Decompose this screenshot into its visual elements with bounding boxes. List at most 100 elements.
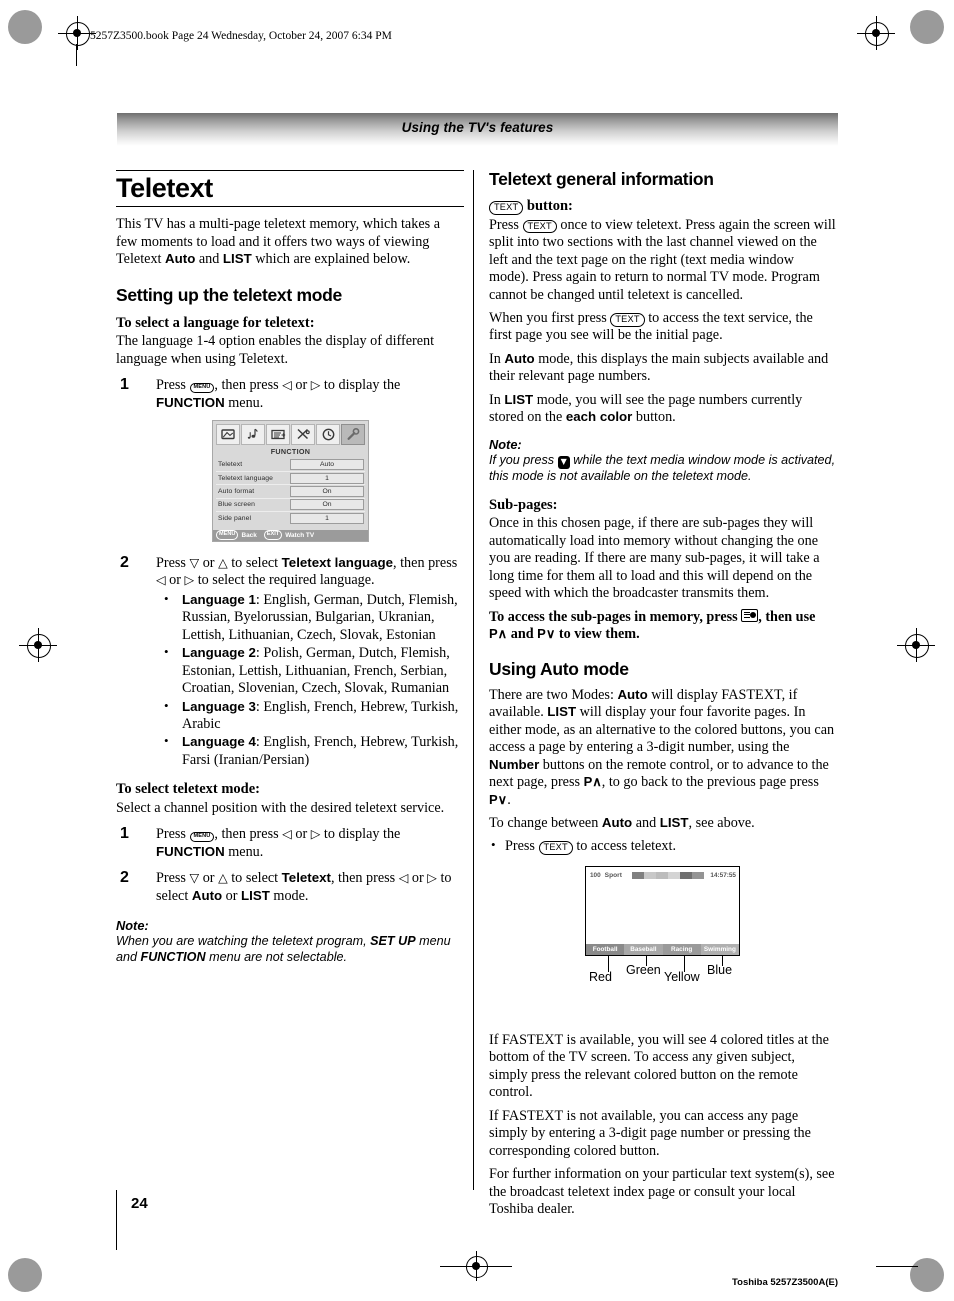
- osd-row-value[interactable]: On: [290, 486, 364, 498]
- p4-post: button.: [632, 409, 676, 426]
- fastext-title-red[interactable]: Football: [586, 943, 625, 955]
- corner-registration-block-tl: [8, 10, 42, 44]
- step4-mid2: to select: [227, 870, 282, 887]
- auto-mode-paragraph-1: There are two Modes: Auto will display F…: [489, 687, 837, 809]
- subheading-select-language: To select a language for teletext:: [116, 315, 315, 331]
- sub-pages-body: Once in this chosen page, if there are s…: [489, 515, 820, 602]
- color-label-yellow: Yellow: [664, 969, 700, 984]
- osd-row[interactable]: Teletext language 1: [216, 470, 365, 484]
- fastext-title-yellow[interactable]: Racing: [662, 943, 701, 955]
- file-info-line: 5257Z3500.book Page 24 Wednesday, Octobe…: [90, 30, 392, 42]
- osd-row[interactable]: Side panel 1: [216, 511, 365, 524]
- list-item: Language 2: Polish, German, Dutch, Flemi…: [156, 644, 464, 697]
- color-label-blue: Blue: [707, 962, 733, 977]
- subheading-sub-pages: Sub-pages:: [489, 496, 558, 513]
- page-header-band: Using the TV's features: [117, 113, 838, 146]
- step-1-text: Press MENU, then press or to display the…: [156, 377, 464, 412]
- intro-paragraph: This TV has a multi-page teletext memory…: [116, 216, 464, 268]
- step2-mid3: , then press: [393, 554, 458, 571]
- registration-dot-top-right: [872, 29, 880, 37]
- general-info-paragraph-2: When you first press TEXT to access the …: [489, 310, 837, 345]
- right-arrow-icon: [311, 377, 321, 392]
- setup-icon[interactable]: [266, 423, 290, 445]
- step4-bold-list: LIST: [241, 888, 270, 904]
- page-number: 24: [131, 1195, 148, 1212]
- color-label-green: Green: [626, 962, 661, 977]
- list-item: Language 1: English, German, Dutch, Flem…: [156, 591, 464, 644]
- step3-bold-function: FUNCTION: [156, 843, 225, 859]
- step-1-language: 1 Press MENU, then press or to display t…: [116, 376, 464, 412]
- step1-pre: Press: [156, 377, 190, 394]
- color-label-red: Red: [589, 969, 612, 984]
- step-number: 1: [120, 376, 129, 394]
- step1-mid2: or: [291, 377, 311, 394]
- osd-action-watch-tv: Watch TV: [285, 531, 315, 539]
- crop-line-top-left-vert: [76, 44, 77, 66]
- corner-registration-block-tr: [910, 10, 944, 44]
- intro-text-2: which are explained below.: [251, 251, 411, 268]
- step3-pre: Press: [156, 826, 190, 843]
- footer-document-code: Toshiba 5257Z3500A(E): [732, 1277, 838, 1288]
- corner-registration-block-br: [910, 1258, 944, 1292]
- fastext-title-green[interactable]: Baseball: [624, 943, 663, 955]
- p5-bold-auto: Auto: [617, 686, 648, 702]
- osd-row[interactable]: Auto format On: [216, 484, 365, 498]
- column-divider-rule: [473, 170, 474, 1190]
- osd-footer-bar: MENU Back EXIT Watch TV: [213, 529, 368, 541]
- p5-bold-list: LIST: [547, 704, 577, 720]
- step4-pre: Press: [156, 870, 190, 887]
- osd-row-value[interactable]: Auto: [290, 459, 364, 471]
- p-up-label: P∧: [489, 625, 508, 641]
- p6-bold-list: LIST: [659, 814, 689, 830]
- timer-icon[interactable]: [316, 423, 340, 445]
- language-label: Language 2: [182, 645, 256, 661]
- osd-row[interactable]: Teletext Auto: [216, 459, 365, 471]
- list-item: Language 4: English, French, Hebrew, Tur…: [156, 733, 464, 769]
- menu-button-icon: MENU: [189, 383, 215, 393]
- step2-mid1: or: [199, 554, 219, 571]
- subpages-bold-mid: , then use: [758, 608, 816, 625]
- p6-post: , see above.: [688, 814, 755, 831]
- step1-bold-function: FUNCTION: [156, 394, 225, 410]
- osd-row-value[interactable]: On: [290, 499, 364, 511]
- note-body-right: If you press ▼ while the text media wind…: [489, 453, 837, 485]
- osd-row-label: Teletext: [218, 461, 243, 469]
- step2-mid2: to select: [227, 554, 282, 571]
- osd-row-value[interactable]: 1: [290, 512, 364, 524]
- left-column: Teletext This TV has a multi-page telete…: [116, 170, 464, 966]
- section-heading-setting-up: Setting up the teletext mode: [116, 284, 342, 305]
- step3-post: menu.: [224, 843, 264, 860]
- language-label: Language 1: [182, 591, 256, 607]
- osd-row-value[interactable]: 1: [290, 472, 364, 484]
- p6-bold-auto: Auto: [601, 814, 633, 830]
- osd-row[interactable]: Blue screen On: [216, 497, 365, 511]
- step-number: 2: [120, 869, 129, 887]
- picture-icon[interactable]: [216, 423, 240, 445]
- function-menu-screenshot: FUNCTION Teletext Auto Teletext language…: [212, 419, 369, 542]
- note-left-post: menu are not selectable.: [205, 949, 347, 964]
- function-wrench-icon[interactable]: [341, 423, 365, 445]
- text-button-icon: TEXT: [610, 312, 645, 327]
- p1-pre: Press: [489, 216, 523, 233]
- registration-dot-bottom-center: [472, 1262, 480, 1270]
- install-icon[interactable]: [291, 423, 315, 445]
- tv-channel-name: Sport: [604, 871, 622, 879]
- illustration-spacer: [489, 956, 837, 1032]
- sound-icon[interactable]: [241, 423, 265, 445]
- general-info-paragraph-3: In Auto mode, this displays the main sub…: [489, 351, 837, 386]
- further-information-paragraph: For further information on your particul…: [489, 1166, 835, 1218]
- select-teletext-mode-body: Select a channel position with the desir…: [116, 799, 445, 816]
- right-column: Teletext general information TEXT button…: [489, 169, 837, 1225]
- p-down-label: P∨: [537, 625, 556, 641]
- osd-row-label: Auto format: [218, 488, 255, 496]
- note-left-bold-function: FUNCTION: [140, 949, 206, 964]
- section-heading-general-info: Teletext general information: [489, 169, 714, 189]
- fastext-title-blue[interactable]: Swimming: [700, 943, 739, 955]
- step3-mid3: to display the: [320, 826, 401, 843]
- note-left-pre: When you are watching the teletext progr…: [116, 933, 371, 948]
- right-arrow-icon: [311, 826, 321, 841]
- step4-post: mode.: [269, 888, 309, 905]
- p6-pre: To change between: [489, 814, 602, 831]
- step-number: 2: [120, 553, 129, 571]
- tv-header-block: [656, 871, 669, 879]
